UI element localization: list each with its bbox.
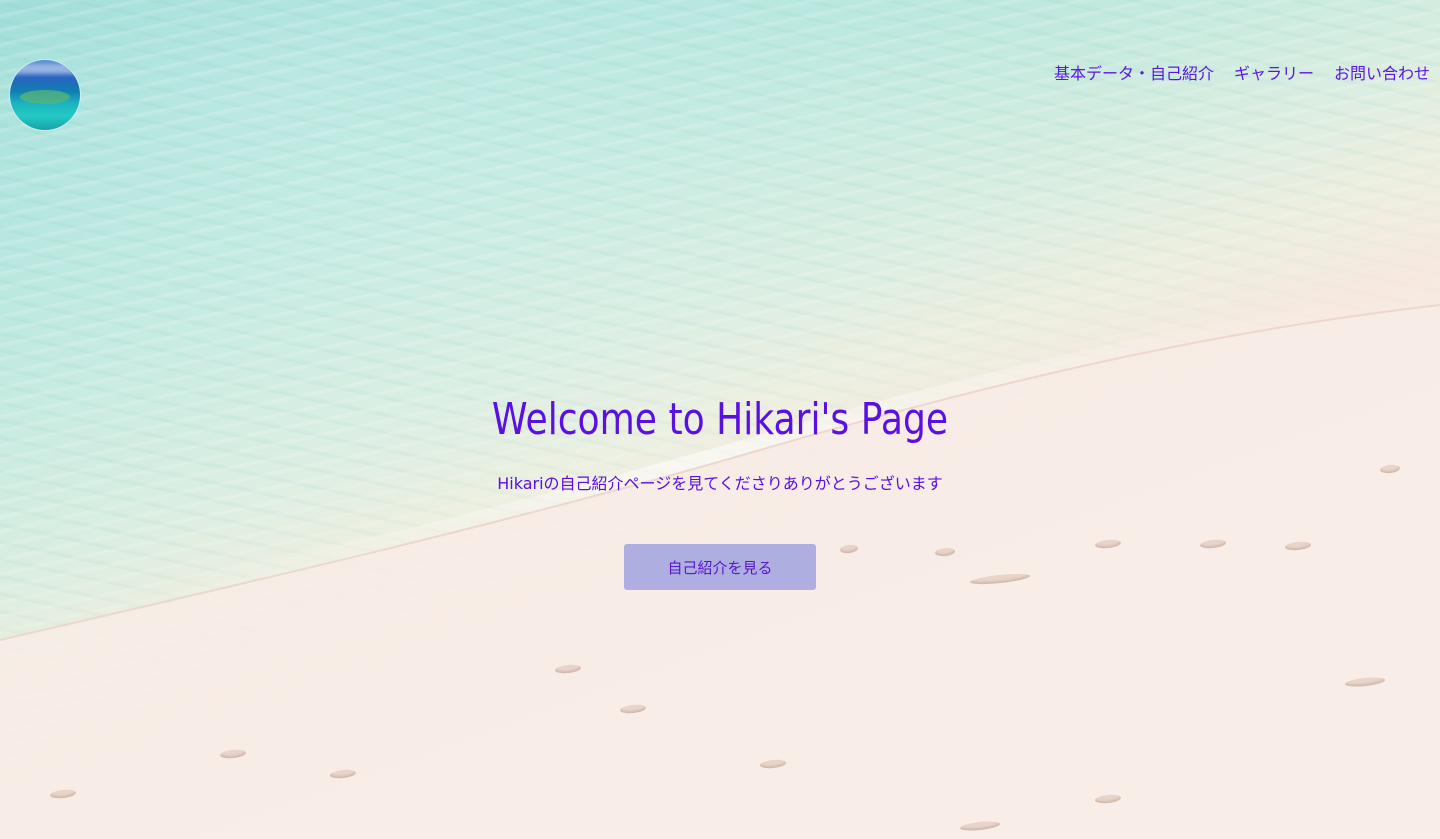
footprint bbox=[329, 768, 357, 780]
footprint bbox=[1094, 793, 1122, 805]
footprint bbox=[934, 546, 956, 558]
main-nav: 基本データ・自己紹介 ギャラリー お問い合わせ bbox=[1054, 63, 1430, 85]
nav-item-profile[interactable]: 基本データ・自己紹介 bbox=[1054, 63, 1214, 85]
hero-title: Welcome to Hikari's Page bbox=[491, 394, 949, 445]
footprint bbox=[554, 663, 582, 675]
footprint bbox=[619, 703, 647, 715]
nav-item-gallery[interactable]: ギャラリー bbox=[1234, 63, 1314, 85]
footprint bbox=[839, 544, 859, 554]
footprint bbox=[959, 819, 1001, 833]
footprint bbox=[49, 788, 77, 800]
hero-subtitle: Hikariの自己紹介ページを見てくださりありがとうございます bbox=[497, 474, 943, 493]
footprint bbox=[1094, 538, 1122, 550]
site-logo[interactable] bbox=[10, 60, 80, 130]
footprint bbox=[759, 758, 787, 770]
footprint bbox=[969, 571, 1031, 587]
footprint bbox=[1284, 540, 1312, 552]
footprint bbox=[1199, 538, 1227, 550]
hero-section: 基本データ・自己紹介 ギャラリー お問い合わせ Welcome to Hikar… bbox=[0, 0, 1440, 839]
nav-item-contact[interactable]: お問い合わせ bbox=[1334, 63, 1430, 85]
view-profile-button[interactable]: 自己紹介を見る bbox=[624, 544, 816, 590]
footprint bbox=[219, 748, 247, 760]
footprint bbox=[1344, 675, 1386, 689]
